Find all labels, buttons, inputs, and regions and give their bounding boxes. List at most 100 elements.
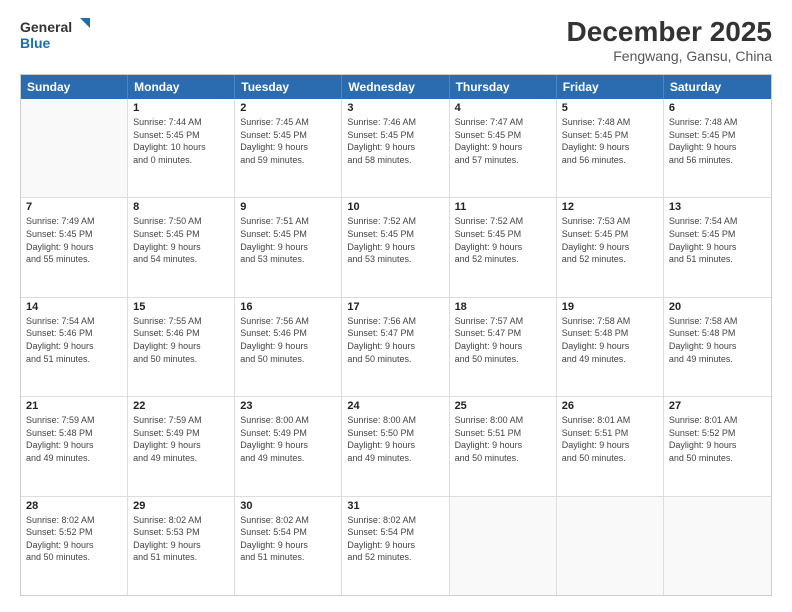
day-info: Sunrise: 8:02 AM Sunset: 5:54 PM Dayligh…: [240, 514, 336, 564]
day-info: Sunrise: 7:50 AM Sunset: 5:45 PM Dayligh…: [133, 215, 229, 265]
calendar-cell: 17Sunrise: 7:56 AM Sunset: 5:47 PM Dayli…: [342, 298, 449, 396]
logo: General Blue: [20, 16, 90, 56]
calendar-cell: 10 Sunrise: 7:52 AM Sunset: 5:45 PM Dayli…: [342, 198, 449, 296]
subtitle: Fengwang, Gansu, China: [567, 48, 772, 64]
calendar-cell: 15 Sunrise: 7:55 AM Sunset: 5:46 PM Dayli…: [128, 298, 235, 396]
day-info: Sunrise: 8:02 AM Sunset: 5:53 PM Dayligh…: [133, 514, 229, 564]
calendar-cell: 9Sunrise: 7:51 AM Sunset: 5:45 PM Daylig…: [235, 198, 342, 296]
day-info: Sunrise: 7:44 AM Sunset: 5:45 PM Dayligh…: [133, 116, 229, 166]
main-title: December 2025: [567, 16, 772, 48]
calendar-cell: [664, 497, 771, 595]
day-number: 25: [455, 400, 551, 412]
calendar-cell: 14 Sunrise: 7:54 AM Sunset: 5:46 PM Dayli…: [21, 298, 128, 396]
day-info: Sunrise: 7:46 AM Sunset: 5:45 PM Dayligh…: [347, 116, 443, 166]
calendar-cell: 21 Sunrise: 7:59 AM Sunset: 5:48 PM Dayli…: [21, 397, 128, 495]
calendar-cell: 31 Sunrise: 8:02 AM Sunset: 5:54 PM Dayli…: [342, 497, 449, 595]
calendar-cell: 28 Sunrise: 8:02 AM Sunset: 5:52 PM Dayli…: [21, 497, 128, 595]
day-info: Sunrise: 7:55 AM Sunset: 5:46 PM Dayligh…: [133, 315, 229, 365]
day-number: 5: [562, 102, 658, 114]
calendar-header-row: SundayMondayTuesdayWednesdayThursdayFrid…: [21, 75, 771, 99]
day-info: Sunrise: 7:52 AM Sunset: 5:45 PM Dayligh…: [455, 215, 551, 265]
calendar-cell: 29Sunrise: 8:02 AM Sunset: 5:53 PM Dayli…: [128, 497, 235, 595]
day-info: Sunrise: 8:02 AM Sunset: 5:52 PM Dayligh…: [26, 514, 122, 564]
day-info: Sunrise: 7:59 AM Sunset: 5:49 PM Dayligh…: [133, 414, 229, 464]
day-number: 18: [455, 301, 551, 313]
day-info: Sunrise: 7:49 AM Sunset: 5:45 PM Dayligh…: [26, 215, 122, 265]
calendar-header-cell: Tuesday: [235, 75, 342, 99]
title-block: December 2025 Fengwang, Gansu, China: [567, 16, 772, 64]
day-number: 6: [669, 102, 766, 114]
day-number: 12: [562, 201, 658, 213]
day-info: Sunrise: 8:01 AM Sunset: 5:52 PM Dayligh…: [669, 414, 766, 464]
logo-svg: General Blue: [20, 16, 90, 56]
day-info: Sunrise: 7:59 AM Sunset: 5:48 PM Dayligh…: [26, 414, 122, 464]
day-number: 31: [347, 500, 443, 512]
day-info: Sunrise: 7:48 AM Sunset: 5:45 PM Dayligh…: [562, 116, 658, 166]
calendar-cell: 3 Sunrise: 7:46 AM Sunset: 5:45 PM Daylig…: [342, 99, 449, 197]
day-number: 8: [133, 201, 229, 213]
calendar-body: 1 Sunrise: 7:44 AM Sunset: 5:45 PM Daylig…: [21, 99, 771, 595]
calendar-header-cell: Wednesday: [342, 75, 449, 99]
day-number: 10: [347, 201, 443, 213]
day-number: 14: [26, 301, 122, 313]
day-info: Sunrise: 8:01 AM Sunset: 5:51 PM Dayligh…: [562, 414, 658, 464]
day-info: Sunrise: 7:58 AM Sunset: 5:48 PM Dayligh…: [669, 315, 766, 365]
calendar-cell: 7 Sunrise: 7:49 AM Sunset: 5:45 PM Daylig…: [21, 198, 128, 296]
calendar-cell: 24 Sunrise: 8:00 AM Sunset: 5:50 PM Dayli…: [342, 397, 449, 495]
day-info: Sunrise: 7:56 AM Sunset: 5:46 PM Dayligh…: [240, 315, 336, 365]
day-info: Sunrise: 8:00 AM Sunset: 5:49 PM Dayligh…: [240, 414, 336, 464]
calendar-header-cell: Saturday: [664, 75, 771, 99]
day-info: Sunrise: 7:48 AM Sunset: 5:45 PM Dayligh…: [669, 116, 766, 166]
day-info: Sunrise: 8:02 AM Sunset: 5:54 PM Dayligh…: [347, 514, 443, 564]
day-number: 26: [562, 400, 658, 412]
calendar-cell: 27 Sunrise: 8:01 AM Sunset: 5:52 PM Dayli…: [664, 397, 771, 495]
day-number: 15: [133, 301, 229, 313]
calendar-cell: [21, 99, 128, 197]
calendar-cell: 13Sunrise: 7:54 AM Sunset: 5:45 PM Dayli…: [664, 198, 771, 296]
day-number: 20: [669, 301, 766, 313]
day-info: Sunrise: 7:54 AM Sunset: 5:46 PM Dayligh…: [26, 315, 122, 365]
calendar-cell: 20 Sunrise: 7:58 AM Sunset: 5:48 PM Dayli…: [664, 298, 771, 396]
calendar: SundayMondayTuesdayWednesdayThursdayFrid…: [20, 74, 772, 596]
page: General Blue December 2025 Fengwang, Gan…: [0, 0, 792, 612]
day-info: Sunrise: 7:58 AM Sunset: 5:48 PM Dayligh…: [562, 315, 658, 365]
calendar-cell: 1 Sunrise: 7:44 AM Sunset: 5:45 PM Daylig…: [128, 99, 235, 197]
day-number: 7: [26, 201, 122, 213]
calendar-row: 1 Sunrise: 7:44 AM Sunset: 5:45 PM Daylig…: [21, 99, 771, 198]
calendar-row: 14 Sunrise: 7:54 AM Sunset: 5:46 PM Dayli…: [21, 298, 771, 397]
calendar-header-cell: Friday: [557, 75, 664, 99]
day-info: Sunrise: 7:45 AM Sunset: 5:45 PM Dayligh…: [240, 116, 336, 166]
svg-text:General: General: [20, 19, 72, 35]
day-number: 27: [669, 400, 766, 412]
header: General Blue December 2025 Fengwang, Gan…: [20, 16, 772, 64]
day-number: 24: [347, 400, 443, 412]
calendar-header-cell: Monday: [128, 75, 235, 99]
calendar-cell: 22 Sunrise: 7:59 AM Sunset: 5:49 PM Dayli…: [128, 397, 235, 495]
day-number: 22: [133, 400, 229, 412]
day-info: Sunrise: 7:52 AM Sunset: 5:45 PM Dayligh…: [347, 215, 443, 265]
calendar-cell: 23Sunrise: 8:00 AM Sunset: 5:49 PM Dayli…: [235, 397, 342, 495]
day-number: 28: [26, 500, 122, 512]
day-number: 17: [347, 301, 443, 313]
day-number: 19: [562, 301, 658, 313]
day-info: Sunrise: 7:54 AM Sunset: 5:45 PM Dayligh…: [669, 215, 766, 265]
day-number: 21: [26, 400, 122, 412]
day-number: 2: [240, 102, 336, 114]
calendar-cell: 11 Sunrise: 7:52 AM Sunset: 5:45 PM Dayli…: [450, 198, 557, 296]
calendar-cell: 8 Sunrise: 7:50 AM Sunset: 5:45 PM Daylig…: [128, 198, 235, 296]
calendar-cell: 16 Sunrise: 7:56 AM Sunset: 5:46 PM Dayli…: [235, 298, 342, 396]
day-number: 1: [133, 102, 229, 114]
calendar-cell: 25Sunrise: 8:00 AM Sunset: 5:51 PM Dayli…: [450, 397, 557, 495]
calendar-row: 7 Sunrise: 7:49 AM Sunset: 5:45 PM Daylig…: [21, 198, 771, 297]
day-number: 16: [240, 301, 336, 313]
calendar-cell: [557, 497, 664, 595]
day-number: 11: [455, 201, 551, 213]
day-info: Sunrise: 7:57 AM Sunset: 5:47 PM Dayligh…: [455, 315, 551, 365]
day-info: Sunrise: 8:00 AM Sunset: 5:50 PM Dayligh…: [347, 414, 443, 464]
calendar-cell: 26 Sunrise: 8:01 AM Sunset: 5:51 PM Dayli…: [557, 397, 664, 495]
day-number: 3: [347, 102, 443, 114]
calendar-cell: 5 Sunrise: 7:48 AM Sunset: 5:45 PM Daylig…: [557, 99, 664, 197]
day-number: 4: [455, 102, 551, 114]
calendar-header-cell: Thursday: [450, 75, 557, 99]
calendar-cell: 18 Sunrise: 7:57 AM Sunset: 5:47 PM Dayli…: [450, 298, 557, 396]
